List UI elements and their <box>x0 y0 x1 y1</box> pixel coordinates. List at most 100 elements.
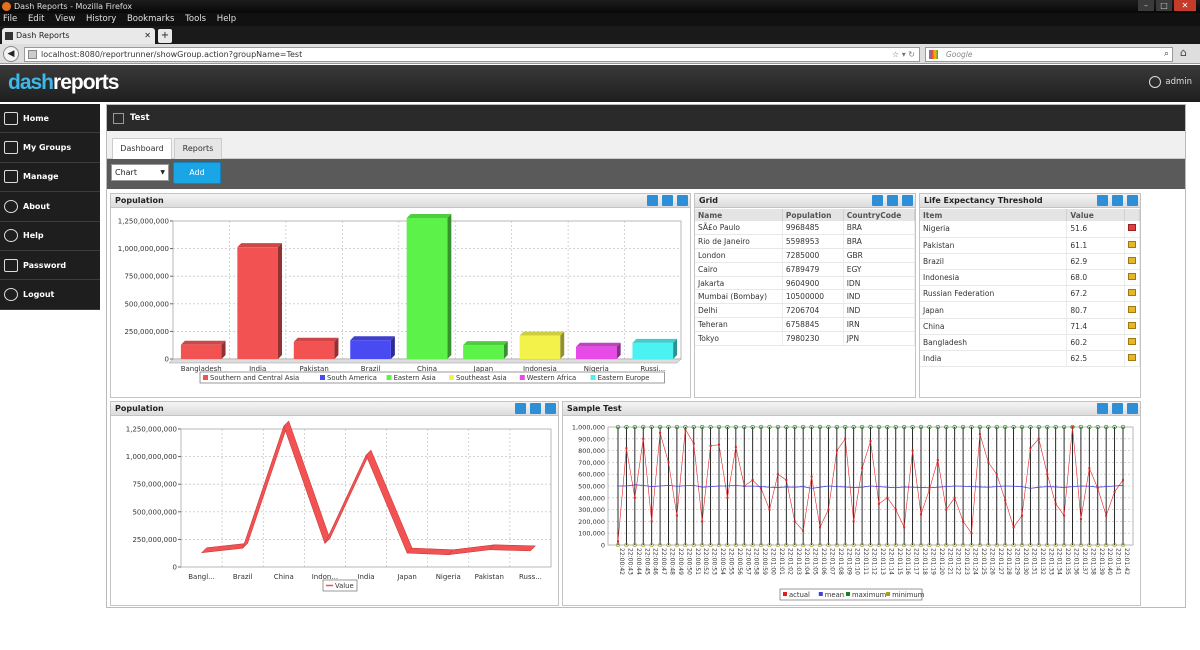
table-row[interactable]: Teheran 6758845 IRN <box>695 317 916 332</box>
table-row[interactable]: Rio de Janeiro 5598953 BRA <box>695 234 916 250</box>
column-header[interactable]: Name <box>695 209 783 221</box>
home-icon[interactable]: ⌂ <box>1180 46 1187 59</box>
grid-panel: Grid Name Population CountryCode SÃ£o Pa… <box>694 193 916 398</box>
table-cell: Indonesia <box>920 269 1068 287</box>
sidebar-item-password[interactable]: Password <box>0 251 100 281</box>
legend-swatch <box>203 375 208 380</box>
edit-icon[interactable] <box>1097 403 1108 414</box>
table-cell <box>1124 253 1140 271</box>
table-row[interactable]: Indonesia 68.0 <box>920 269 1140 287</box>
data-point <box>903 526 906 529</box>
table-row[interactable]: Jakarta 9604900 IDN <box>695 276 916 291</box>
bar[interactable] <box>350 340 391 359</box>
bar[interactable] <box>519 335 561 359</box>
tab-dashboard[interactable]: Dashboard <box>112 138 172 159</box>
y-tick-label: 1,000,000,000 <box>126 453 177 461</box>
column-header[interactable]: Value <box>1066 209 1125 221</box>
data-point <box>760 487 763 490</box>
data-point <box>835 449 838 452</box>
menu-edit[interactable]: Edit <box>28 14 44 24</box>
population-bar-panel: Population 0 250,000,000 500,000,000 750,00… <box>110 193 691 398</box>
url-bar[interactable]: localhost:8080/reportrunner/showGroup.ac… <box>24 47 920 62</box>
link-icon[interactable] <box>530 403 541 414</box>
sidebar-item-help[interactable]: Help <box>0 222 100 251</box>
menu-tools[interactable]: Tools <box>185 14 206 24</box>
bar[interactable] <box>293 341 335 359</box>
bar[interactable] <box>180 344 222 359</box>
link-icon[interactable] <box>662 195 673 206</box>
table-row[interactable]: Russian Federation 67.2 <box>920 285 1140 303</box>
google-icon[interactable] <box>929 50 938 59</box>
legend-label: Value <box>335 582 354 590</box>
y-tick-label: 800,000 <box>578 447 605 455</box>
delete-icon[interactable] <box>545 403 556 414</box>
bar[interactable] <box>406 218 448 359</box>
widget-type-select[interactable]: Chart ▼ <box>111 164 169 181</box>
bar[interactable] <box>632 342 674 359</box>
table-row[interactable]: Bangladesh 60.2 <box>920 334 1140 352</box>
help-icon <box>4 229 18 243</box>
table-row[interactable]: Brazil 62.9 <box>920 253 1140 271</box>
tab-close-icon[interactable]: ✕ <box>144 28 151 44</box>
table-row[interactable]: Mumbai (Bombay) 10500000 IND <box>695 289 916 305</box>
column-header[interactable]: CountryCode <box>843 209 916 221</box>
bar[interactable] <box>237 247 278 359</box>
add-button[interactable]: Add <box>173 162 221 184</box>
user-menu[interactable]: admin <box>1149 76 1192 88</box>
delete-icon[interactable] <box>677 195 688 206</box>
link-icon[interactable] <box>1112 195 1123 206</box>
edit-icon[interactable] <box>515 403 526 414</box>
browser-tab[interactable]: Dash Reports ✕ <box>2 28 155 44</box>
sidebar-item-home[interactable]: Home <box>0 104 100 134</box>
column-header[interactable]: Item <box>920 209 1068 221</box>
back-button[interactable]: ◀ <box>3 46 19 62</box>
maximize-button[interactable]: □ <box>1156 0 1172 11</box>
data-point <box>1063 514 1066 517</box>
sidebar-item-logout[interactable]: Logout <box>0 280 100 310</box>
app-logo[interactable]: dashreports <box>8 71 119 95</box>
x-tick-label: 22:01:37 <box>1081 548 1088 575</box>
bar-top <box>406 214 452 219</box>
delete-icon[interactable] <box>1127 403 1138 414</box>
menu-file[interactable]: File <box>3 14 17 24</box>
table-row[interactable]: China 71.4 <box>920 318 1140 335</box>
table-row[interactable]: Nigeria 51.6 <box>920 221 1140 238</box>
link-icon[interactable] <box>887 195 898 206</box>
search-placeholder: Google <box>946 50 973 59</box>
bar[interactable] <box>463 345 504 359</box>
search-box[interactable]: Google ⌕ <box>925 47 1173 62</box>
sidebar-item-manage[interactable]: Manage <box>0 163 100 193</box>
sidebar-item-about[interactable]: About <box>0 192 100 222</box>
table-row[interactable]: Japan 80.7 <box>920 301 1140 319</box>
delete-icon[interactable] <box>1127 195 1138 206</box>
table-row[interactable]: Pakistan 61.1 <box>920 237 1140 254</box>
delete-icon[interactable] <box>902 195 913 206</box>
wand-icon[interactable] <box>1112 403 1123 414</box>
data-point <box>642 437 645 440</box>
new-tab-button[interactable]: + <box>158 29 172 43</box>
edit-icon[interactable] <box>647 195 658 206</box>
bar[interactable] <box>576 346 617 359</box>
close-button[interactable]: ✕ <box>1174 0 1196 11</box>
table-row[interactable]: SÃ£o Paulo 9968485 BRA <box>695 221 916 236</box>
menu-history[interactable]: History <box>86 14 116 24</box>
menu-bookmarks[interactable]: Bookmarks <box>127 14 175 24</box>
sidebar-item-my-groups[interactable]: My Groups <box>0 133 100 163</box>
table-row[interactable]: London 7285000 GBR <box>695 248 916 263</box>
site-identity-icon[interactable] <box>28 50 37 59</box>
menu-view[interactable]: View <box>55 14 75 24</box>
tab-reports[interactable]: Reports <box>174 138 222 159</box>
menu-help[interactable]: Help <box>217 14 236 24</box>
edit-icon[interactable] <box>872 195 883 206</box>
edit-icon[interactable] <box>1097 195 1108 206</box>
table-cell: BRA <box>843 221 916 236</box>
column-header[interactable]: Population <box>782 209 844 221</box>
table-row[interactable]: Tokyo 7980230 JPN <box>695 331 916 346</box>
table-row[interactable]: India 62.5 <box>920 350 1140 368</box>
legend-label: actual <box>789 591 810 599</box>
search-icon[interactable]: ⌕ <box>1164 48 1169 61</box>
table-row[interactable]: Cairo 6789479 EGY <box>695 262 916 277</box>
minimize-button[interactable]: – <box>1138 0 1154 11</box>
bookmark-star-icon[interactable]: ☆ ▾ ↻ <box>892 48 915 61</box>
table-row[interactable]: Delhi 7206704 IND <box>695 303 916 319</box>
